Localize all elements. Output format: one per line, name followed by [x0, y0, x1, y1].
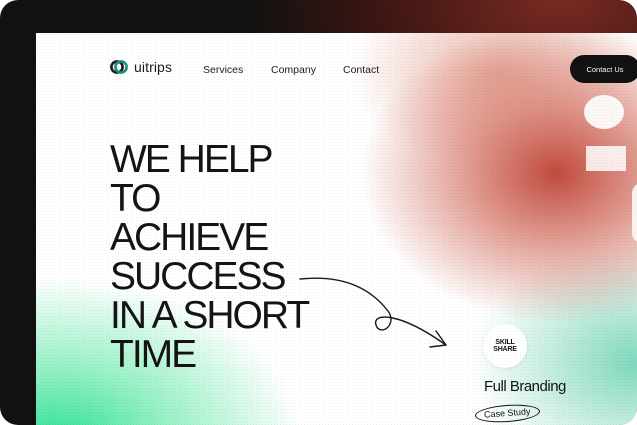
decorative-circle [584, 95, 624, 129]
skillshare-logo: SKILL SHARE [483, 324, 527, 368]
decorative-edge [632, 183, 637, 243]
hero-line: ACHIEVE [110, 216, 269, 259]
hero-line: TIME [110, 333, 197, 376]
card-title: Full Branding [484, 378, 566, 395]
curved-arrow-icon [299, 277, 447, 348]
hero-heading: WE HELP TO ACHIEVE SUCCESS IN A SHORT TI… [110, 138, 310, 376]
hero-line: WE HELP [110, 138, 274, 181]
case-study-link[interactable]: Case Study [474, 402, 541, 425]
device-frame: uitrips Services Company Contact Contact… [0, 0, 637, 425]
nav-services[interactable]: Services [203, 64, 243, 76]
contact-us-button[interactable]: Contact Us [570, 55, 637, 83]
logo-text: uitrips [134, 59, 173, 75]
website-screen: uitrips Services Company Contact Contact… [36, 33, 637, 425]
logo[interactable]: uitrips [110, 58, 172, 76]
hero-line: IN A SHORT [110, 294, 310, 337]
nav-company[interactable]: Company [271, 64, 316, 76]
decorative-bar [586, 146, 626, 171]
nav-contact[interactable]: Contact [343, 64, 379, 76]
logo-rings-icon [110, 58, 128, 76]
hero-line: SUCCESS [110, 255, 287, 298]
hero-line: TO [110, 177, 161, 220]
